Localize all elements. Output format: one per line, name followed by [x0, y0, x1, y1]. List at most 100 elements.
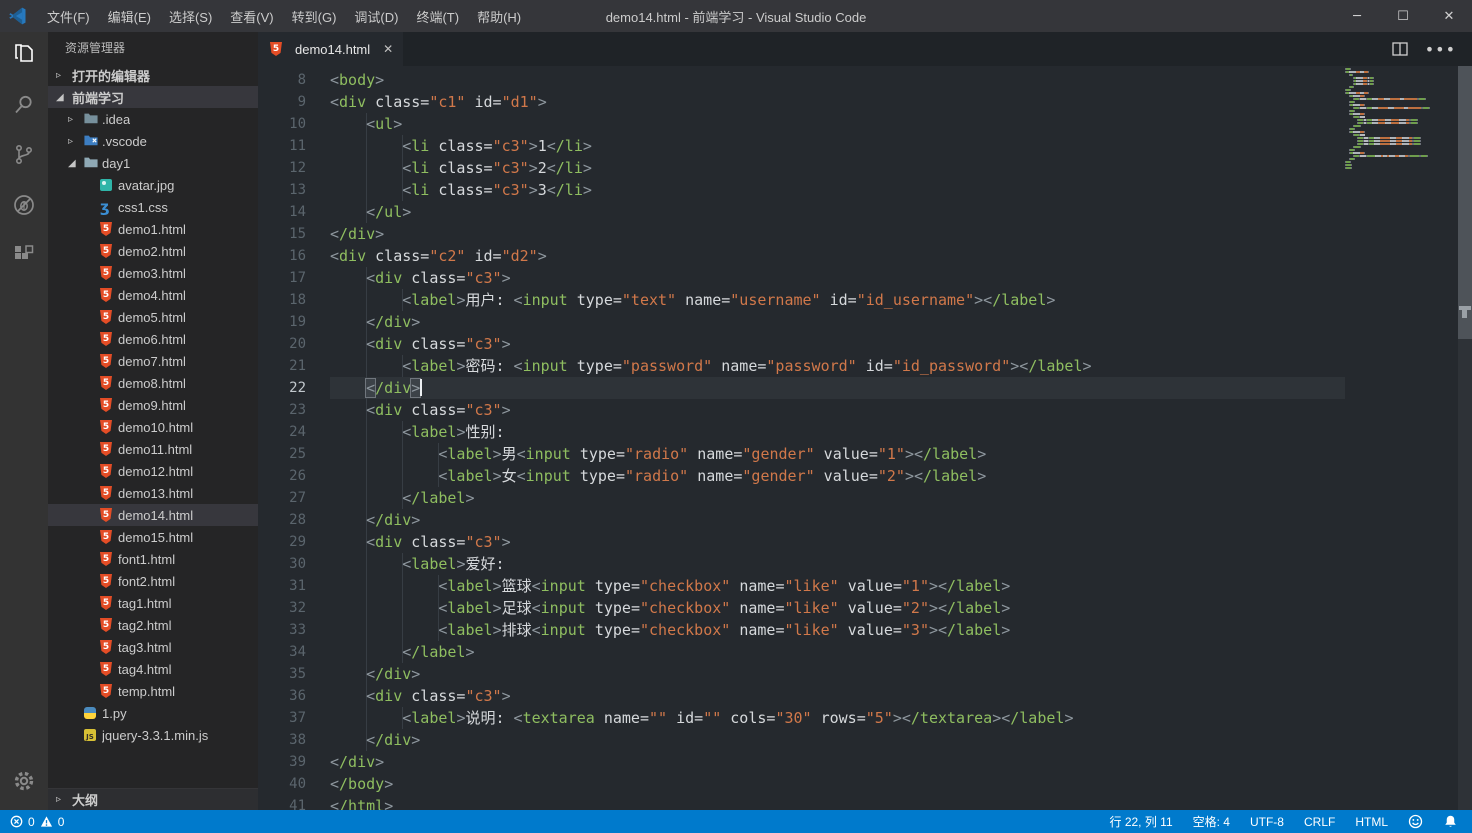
menu-item-2[interactable]: 选择(S) — [160, 0, 221, 32]
tree-item-avatar-jpg[interactable]: avatar.jpg — [48, 174, 258, 196]
notifications-bell-icon[interactable] — [1443, 814, 1458, 829]
source-control-icon[interactable] — [0, 132, 48, 178]
tree-item-demo2-html[interactable]: 5demo2.html — [48, 240, 258, 262]
tree-item-tag1-html[interactable]: 5tag1.html — [48, 592, 258, 614]
workspace-section[interactable]: ◢ 前端学习 — [48, 86, 258, 108]
code-line-11[interactable]: 11 <li class="c3">1</li> — [258, 135, 1345, 157]
code-line-26[interactable]: 26 <label>女<input type="radio" name="gen… — [258, 465, 1345, 487]
outline-section[interactable]: ▹ 大纲 — [48, 788, 258, 810]
code-line-27[interactable]: 27 </label> — [258, 487, 1345, 509]
tree-item-demo4-html[interactable]: 5demo4.html — [48, 284, 258, 306]
tab-demo14[interactable]: 5 demo14.html ✕ — [258, 32, 403, 66]
code-line-12[interactable]: 12 <li class="c3">2</li> — [258, 157, 1345, 179]
tree-item-day1[interactable]: ◢day1 — [48, 152, 258, 174]
code-line-28[interactable]: 28 </div> — [258, 509, 1345, 531]
tree-item-font1-html[interactable]: 5font1.html — [48, 548, 258, 570]
scrollbar-slider[interactable] — [1458, 66, 1472, 339]
chevron-right-icon[interactable]: ▹ — [56, 70, 72, 81]
code-line-40[interactable]: 40</body> — [258, 773, 1345, 795]
code-line-39[interactable]: 39</div> — [258, 751, 1345, 773]
tree-item-tag3-html[interactable]: 5tag3.html — [48, 636, 258, 658]
code-line-29[interactable]: 29 <div class="c3"> — [258, 531, 1345, 553]
tree-item-jquery-3-3-1-min-js[interactable]: JSjquery-3.3.1.min.js — [48, 724, 258, 746]
tree-item-font2-html[interactable]: 5font2.html — [48, 570, 258, 592]
code-line-14[interactable]: 14 </ul> — [258, 201, 1345, 223]
tree-item-demo3-html[interactable]: 5demo3.html — [48, 262, 258, 284]
tree-item-tag4-html[interactable]: 5tag4.html — [48, 658, 258, 680]
tree-item-demo7-html[interactable]: 5demo7.html — [48, 350, 258, 372]
menu-item-0[interactable]: 文件(F) — [38, 0, 99, 32]
chevron-right-icon[interactable]: ▹ — [68, 114, 84, 125]
minimap[interactable] — [1345, 68, 1456, 810]
encoding[interactable]: UTF-8 — [1250, 815, 1284, 829]
code-line-38[interactable]: 38 </div> — [258, 729, 1345, 751]
tree-item-1-py[interactable]: 1.py — [48, 702, 258, 724]
menu-item-4[interactable]: 转到(G) — [283, 0, 346, 32]
code-line-36[interactable]: 36 <div class="c3"> — [258, 685, 1345, 707]
feedback-smiley-icon[interactable] — [1408, 814, 1423, 829]
code-line-20[interactable]: 20 <div class="c3"> — [258, 333, 1345, 355]
chevron-down-icon[interactable]: ◢ — [56, 92, 72, 103]
code-line-10[interactable]: 10 <ul> — [258, 113, 1345, 135]
code-line-22[interactable]: 22 </div> — [258, 377, 1345, 399]
maximize-button[interactable]: ☐ — [1380, 0, 1426, 32]
code-line-23[interactable]: 23 <div class="c3"> — [258, 399, 1345, 421]
code-line-30[interactable]: 30 <label>爱好: — [258, 553, 1345, 575]
tree-item--vscode[interactable]: ▹.vscode — [48, 130, 258, 152]
tree-item-demo6-html[interactable]: 5demo6.html — [48, 328, 258, 350]
menu-item-7[interactable]: 帮助(H) — [468, 0, 530, 32]
language-mode[interactable]: HTML — [1355, 815, 1388, 829]
tree-item-demo10-html[interactable]: 5demo10.html — [48, 416, 258, 438]
open-editors-section[interactable]: ▹ 打开的编辑器 — [48, 64, 258, 86]
more-actions-icon[interactable]: ••• — [1425, 40, 1456, 59]
code-line-31[interactable]: 31 <label>篮球<input type="checkbox" name=… — [258, 575, 1345, 597]
chevron-right-icon[interactable]: ▹ — [68, 136, 84, 147]
tree-item-demo11-html[interactable]: 5demo11.html — [48, 438, 258, 460]
code-line-8[interactable]: 8<body> — [258, 69, 1345, 91]
code-line-21[interactable]: 21 <label>密码: <input type="password" nam… — [258, 355, 1345, 377]
explorer-icon[interactable] — [0, 32, 48, 78]
tree-item-demo5-html[interactable]: 5demo5.html — [48, 306, 258, 328]
debug-icon[interactable] — [0, 182, 48, 228]
chevron-down-icon[interactable]: ◢ — [68, 158, 84, 169]
menu-item-6[interactable]: 终端(T) — [407, 0, 468, 32]
tree-item-demo14-html[interactable]: 5demo14.html — [48, 504, 258, 526]
extensions-icon[interactable] — [0, 232, 48, 278]
close-tab-icon[interactable]: ✕ — [383, 42, 393, 56]
close-button[interactable]: ✕ — [1426, 0, 1472, 32]
settings-gear-icon[interactable] — [0, 758, 48, 804]
menu-item-1[interactable]: 编辑(E) — [99, 0, 160, 32]
tree-item-demo8-html[interactable]: 5demo8.html — [48, 372, 258, 394]
menu-item-3[interactable]: 查看(V) — [221, 0, 282, 32]
search-icon[interactable] — [0, 82, 48, 128]
code-line-33[interactable]: 33 <label>排球<input type="checkbox" name=… — [258, 619, 1345, 641]
code-line-17[interactable]: 17 <div class="c3"> — [258, 267, 1345, 289]
eol-sequence[interactable]: CRLF — [1304, 815, 1335, 829]
split-editor-icon[interactable] — [1391, 40, 1409, 58]
code-line-24[interactable]: 24 <label>性别: — [258, 421, 1345, 443]
code-line-41[interactable]: 41</html> — [258, 795, 1345, 810]
minimize-button[interactable]: ─ — [1334, 0, 1380, 32]
chevron-right-icon[interactable]: ▹ — [56, 794, 72, 805]
tree-item-css1-css[interactable]: ʒcss1.css — [48, 196, 258, 218]
tree-item-tag2-html[interactable]: 5tag2.html — [48, 614, 258, 636]
tree-item--idea[interactable]: ▹.idea — [48, 108, 258, 130]
code-line-9[interactable]: 9<div class="c1" id="d1"> — [258, 91, 1345, 113]
tree-item-demo1-html[interactable]: 5demo1.html — [48, 218, 258, 240]
tree-item-demo12-html[interactable]: 5demo12.html — [48, 460, 258, 482]
tree-item-demo15-html[interactable]: 5demo15.html — [48, 526, 258, 548]
code-line-13[interactable]: 13 <li class="c3">3</li> — [258, 179, 1345, 201]
cursor-position[interactable]: 行 22, 列 11 — [1109, 813, 1172, 830]
code-line-25[interactable]: 25 <label>男<input type="radio" name="gen… — [258, 443, 1345, 465]
code-line-32[interactable]: 32 <label>足球<input type="checkbox" name=… — [258, 597, 1345, 619]
menu-item-5[interactable]: 调试(D) — [345, 0, 407, 32]
code-line-37[interactable]: 37 <label>说明: <textarea name="" id="" co… — [258, 707, 1345, 729]
tree-item-demo13-html[interactable]: 5demo13.html — [48, 482, 258, 504]
code-editor[interactable]: 8<body>9<div class="c1" id="d1">10 <ul>1… — [258, 66, 1345, 810]
code-line-35[interactable]: 35 </div> — [258, 663, 1345, 685]
code-line-16[interactable]: 16<div class="c2" id="d2"> — [258, 245, 1345, 267]
indentation[interactable]: 空格: 4 — [1193, 813, 1230, 830]
code-line-19[interactable]: 19 </div> — [258, 311, 1345, 333]
problems-status[interactable]: 0 0 — [10, 815, 64, 829]
tree-item-temp-html[interactable]: 5temp.html — [48, 680, 258, 702]
